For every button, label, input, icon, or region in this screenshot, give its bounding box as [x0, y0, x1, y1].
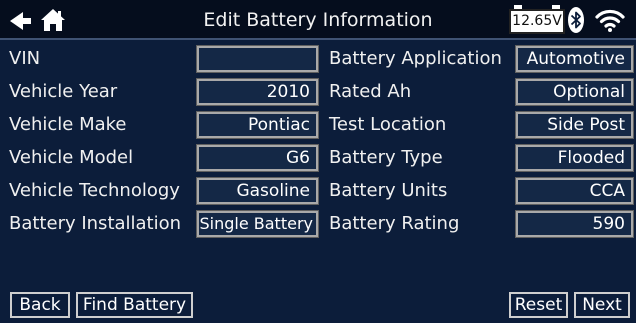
top-bar: Edit Battery Information 12.65V	[0, 0, 636, 40]
reset-button[interactable]: Reset	[509, 292, 568, 318]
vehicle-technology-field[interactable]: Gasoline	[196, 177, 319, 205]
battery-rating-label: Battery Rating	[329, 213, 460, 234]
battery-units-label: Battery Units	[329, 180, 448, 201]
vehicle-make-label: Vehicle Make	[9, 114, 127, 135]
vin-label: VIN	[9, 48, 41, 69]
back-button[interactable]: Back	[10, 292, 70, 318]
battery-units-field[interactable]: CCA	[515, 177, 634, 205]
vehicle-model-label: Vehicle Model	[9, 147, 134, 168]
battery-installation-field[interactable]: Single Battery	[196, 210, 319, 238]
battery-application-field[interactable]: Automotive	[515, 45, 634, 73]
vehicle-model-field[interactable]: G6	[196, 144, 319, 172]
battery-application-label: Battery Application	[329, 48, 502, 69]
vehicle-technology-label: Vehicle Technology	[9, 180, 180, 201]
vehicle-year-label: Vehicle Year	[9, 81, 118, 102]
wifi-icon	[595, 9, 625, 32]
rated-ah-label: Rated Ah	[329, 81, 412, 102]
battery-type-field[interactable]: Flooded	[515, 144, 634, 172]
battery-installation-label: Battery Installation	[9, 213, 182, 234]
vehicle-year-field[interactable]: 2010	[196, 78, 319, 106]
edit-battery-screen: Edit Battery Information 12.65V VIN Vehi…	[0, 0, 636, 323]
next-button[interactable]: Next	[574, 292, 630, 318]
bluetooth-icon	[568, 7, 584, 33]
test-location-label: Test Location	[329, 114, 447, 135]
vehicle-make-field[interactable]: Pontiac	[196, 111, 319, 139]
battery-voltage-readout: 12.65V	[509, 9, 565, 34]
battery-rating-field[interactable]: 590	[515, 210, 634, 238]
find-battery-button[interactable]: Find Battery	[76, 292, 193, 318]
vin-field[interactable]	[196, 45, 319, 73]
rated-ah-field[interactable]: Optional	[515, 78, 634, 106]
battery-type-label: Battery Type	[329, 147, 443, 168]
test-location-field[interactable]: Side Post	[515, 111, 634, 139]
